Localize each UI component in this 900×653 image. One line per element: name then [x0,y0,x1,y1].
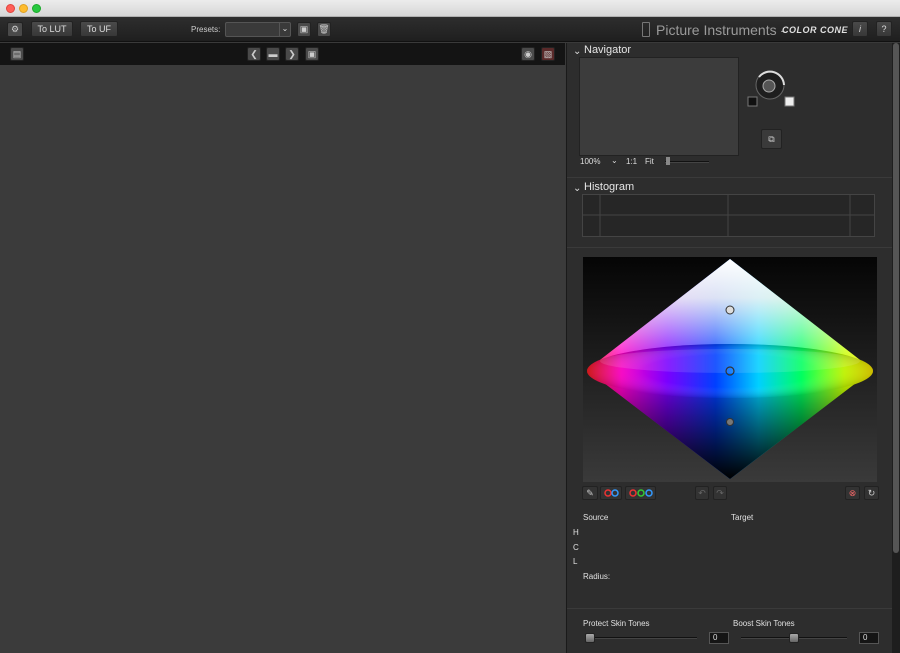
image-viewer[interactable] [0,65,565,653]
color-circles-icon [604,489,619,497]
reset-palette-icon: ⊗ [848,487,857,498]
to-uf-button[interactable]: To UF [80,21,118,37]
target-label: Target [731,513,754,522]
scrollbar-thumb[interactable] [893,43,899,553]
boost-skin-tones-thumb[interactable] [789,633,799,643]
eye-icon: ◉ [524,48,532,59]
color-cone-graphic[interactable] [583,257,877,482]
open-folder-button[interactable]: ▬ [266,47,280,61]
zoom-slider-thumb[interactable] [666,157,670,165]
source-label: Source [583,513,609,522]
main-toolbar: ⚙ To LUT To UF Presets: ⌄ ▣ 🗑 Picture In… [0,17,900,42]
save-preset-button[interactable]: ▣ [297,22,311,37]
undo-button[interactable]: ↶ [695,486,709,500]
minimize-window-button[interactable] [19,4,28,13]
protect-skin-tones-value[interactable]: 0 [709,632,729,644]
boost-skin-tones-label: Boost Skin Tones [733,619,795,628]
zoom-fit-button[interactable]: Fit [645,157,654,166]
windows-icon: ⧉ [768,133,775,144]
to-lut-button[interactable]: To LUT [31,21,73,37]
brand-name: Picture Instruments - [656,22,786,38]
protect-skin-tones-label: Protect Skin Tones [583,619,650,628]
viewer-toolbar: ▤ ❮ ▬ ❯ ▣ ◉ ▧ [0,43,565,65]
split-view-button[interactable]: ▧ [541,47,555,61]
folder-icon: ▬ [268,49,278,59]
redo-button[interactable]: ↷ [713,486,727,500]
divider [567,247,893,248]
navigator-preview[interactable] [579,57,739,156]
undo-icon: ↶ [698,487,706,498]
reset-button[interactable]: ↻ [864,486,879,500]
luminance-label: L [573,557,578,566]
chevron-right-icon: ❯ [288,48,296,59]
divider [567,177,893,178]
histogram-title: Histogram [584,181,635,193]
export-image-button[interactable]: ▤ [10,47,24,61]
hue-label: H [573,528,579,537]
detach-navigator-button[interactable]: ⧉ [761,129,782,149]
eyedropper-icon: ✎ [586,487,594,498]
gear-icon: ⚙ [10,24,20,34]
protect-skin-tones-slider[interactable] [585,637,697,639]
rotate-dial[interactable] [745,68,797,110]
save-icon: ▣ [307,48,317,59]
double-circle-mode-button[interactable] [600,486,622,500]
chevron-down-icon: ⌄ [279,23,290,36]
chroma-label: C [573,543,579,552]
export-icon: ▤ [12,48,22,59]
cone-equator-highlight [600,349,860,373]
product-name: COLOR CONE [782,25,849,35]
navigator-title: Navigator [584,44,632,56]
save-icon: ▣ [299,24,309,34]
trash-icon: 🗑 [318,24,330,34]
next-image-button[interactable]: ❯ [285,47,299,61]
delete-preset-button[interactable]: 🗑 [317,22,331,37]
presets-dropdown[interactable]: ⌄ [225,22,291,37]
cone-control-point-top[interactable] [725,305,735,315]
zoom-window-button[interactable] [32,4,41,13]
previous-image-button[interactable]: ❮ [247,47,261,61]
reset-icon: ↻ [867,487,876,498]
title-bar [0,0,900,17]
help-button[interactable]: ? [876,21,892,37]
histogram-collapse-icon[interactable]: ⌄ [573,183,581,194]
triple-circle-mode-button[interactable] [625,486,656,500]
navigator-zoom-value: 100% [580,157,601,166]
save-image-button[interactable]: ▣ [305,47,319,61]
eyedropper-button[interactable]: ✎ [582,486,598,500]
navigator-collapse-icon[interactable]: ⌄ [573,46,581,57]
picture-instruments-logo-icon [642,22,650,37]
presets-label: Presets: [191,25,221,34]
close-window-button[interactable] [6,4,15,13]
settings-gear-button[interactable]: ⚙ [7,22,23,37]
info-button[interactable]: i [852,21,868,37]
preview-toggle-button[interactable]: ◉ [521,47,535,61]
redo-icon: ↷ [716,487,724,498]
split-view-icon: ▧ [543,48,553,59]
boost-skin-tones-value[interactable]: 0 [859,632,879,644]
right-panel-scrollbar[interactable] [892,43,900,653]
color-circles-icon [629,489,653,497]
zoom-one-to-one-button[interactable]: 1:1 [626,157,637,166]
zoom-chevron-down-icon[interactable]: ⌄ [611,156,618,165]
radius-label: Radius: [583,572,611,581]
protect-skin-tones-thumb[interactable] [585,633,595,643]
divider [567,608,893,609]
reset-colors-button[interactable]: ⊗ [845,486,860,500]
histogram-graph [582,194,875,237]
right-panel: ⌄ Navigator ⧉ 100% ⌄ 1:1 Fit ⌄ Histogram [566,43,893,653]
zoom-slider[interactable] [665,161,709,163]
cone-control-point-bottom[interactable] [726,418,734,426]
chevron-left-icon: ❮ [250,48,258,59]
